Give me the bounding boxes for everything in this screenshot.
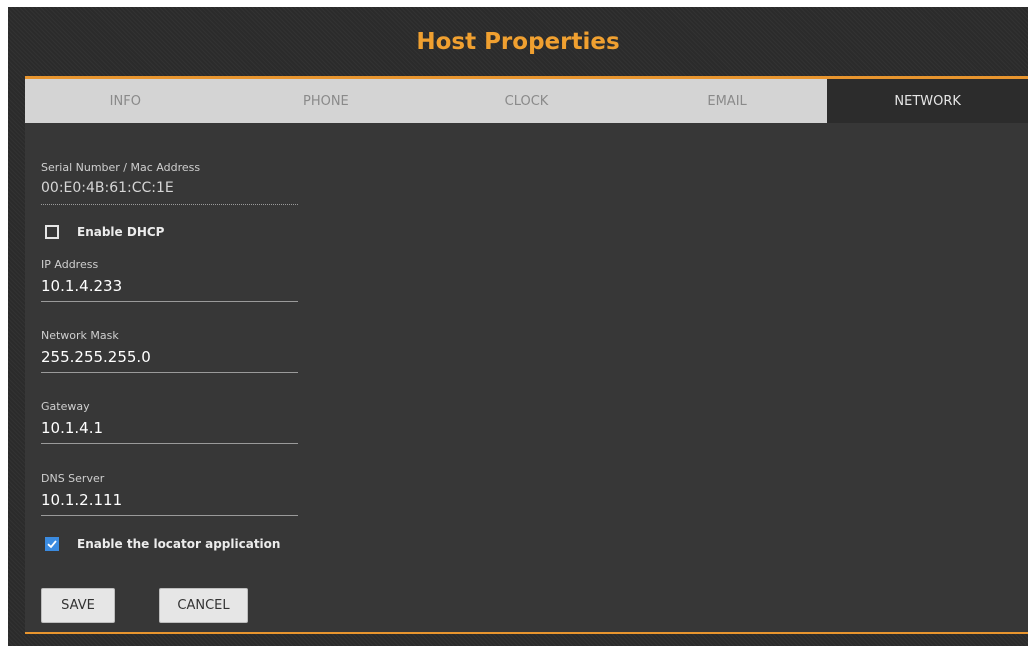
accent-divider-bottom: [25, 632, 1028, 634]
tab-info[interactable]: INFO: [25, 79, 226, 123]
ip-address-label: IP Address: [41, 258, 99, 271]
dialog-title: Host Properties: [416, 28, 620, 55]
network-mask-label: Network Mask: [41, 329, 119, 342]
tab-email[interactable]: EMAIL: [627, 79, 828, 123]
tab-network[interactable]: NETWORK: [827, 79, 1028, 123]
gateway-label: Gateway: [41, 400, 90, 413]
locator-checkbox-row[interactable]: Enable the locator application: [45, 537, 280, 551]
cancel-button[interactable]: CANCEL: [159, 588, 248, 623]
host-properties-dialog: Host Properties INFO PHONE CLOCK EMAIL N…: [8, 7, 1028, 646]
checkmark-icon: [47, 540, 57, 549]
dhcp-label: Enable DHCP: [77, 225, 165, 239]
tab-bar: INFO PHONE CLOCK EMAIL NETWORK: [25, 79, 1028, 123]
dns-server-input[interactable]: 10.1.2.111: [41, 490, 298, 516]
gateway-input[interactable]: 10.1.4.1: [41, 418, 298, 444]
dns-server-label: DNS Server: [41, 472, 105, 485]
serial-value: 00:E0:4B:61:CC:1E: [41, 179, 298, 205]
dhcp-checkbox[interactable]: [45, 225, 59, 239]
locator-label: Enable the locator application: [77, 537, 281, 551]
locator-checkbox[interactable]: [45, 537, 59, 551]
ip-address-input[interactable]: 10.1.4.233: [41, 276, 298, 302]
dhcp-checkbox-row[interactable]: Enable DHCP: [45, 225, 164, 239]
tab-clock[interactable]: CLOCK: [426, 79, 627, 123]
tab-phone[interactable]: PHONE: [226, 79, 427, 123]
network-mask-input[interactable]: 255.255.255.0: [41, 347, 298, 373]
save-button[interactable]: SAVE: [41, 588, 115, 623]
serial-label: Serial Number / Mac Address: [41, 161, 201, 174]
network-panel: Serial Number / Mac Address 00:E0:4B:61:…: [25, 123, 1028, 632]
